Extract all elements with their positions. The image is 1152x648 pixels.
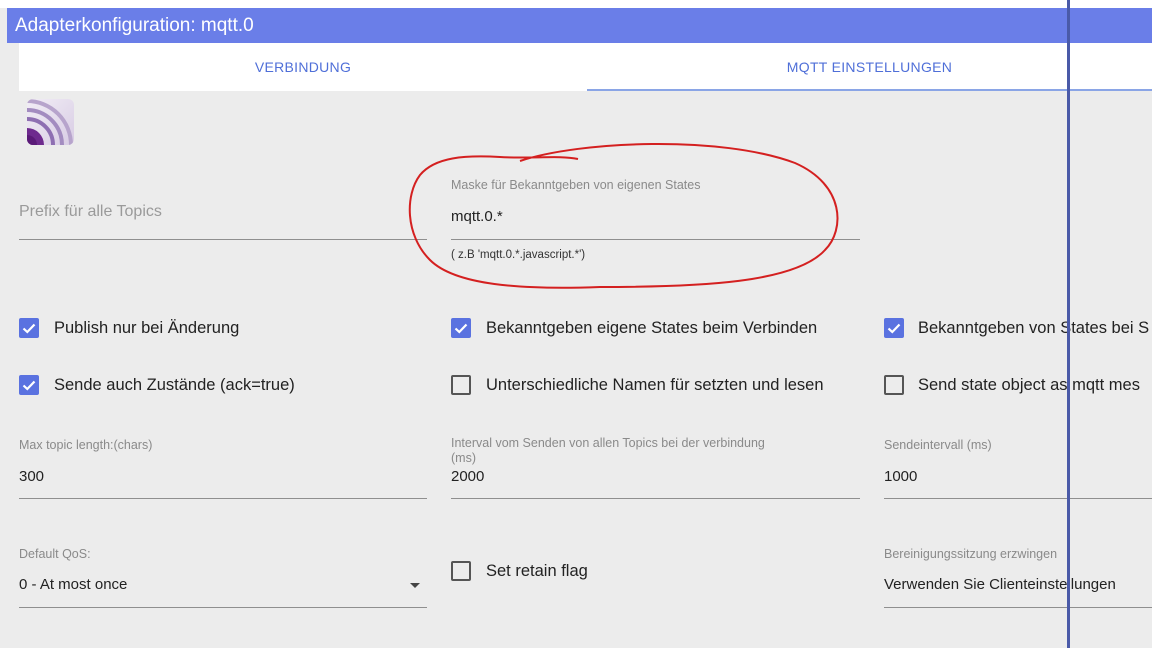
publish-on-change-label: Publish nur bei Änderung xyxy=(54,319,240,337)
publish-states-s-label: Bekanntgeben von States bei S xyxy=(918,319,1150,337)
clean-session-label: Bereinigungssitzung erzwingen xyxy=(884,547,1058,561)
publish-on-change-checkbox[interactable] xyxy=(19,318,39,338)
interval-value: 2000 xyxy=(451,468,485,485)
clean-session-select[interactable]: Bereinigungssitzung erzwingen Verwenden … xyxy=(884,545,1152,611)
default-qos-select[interactable]: Default QoS: 0 - At most once xyxy=(19,545,427,611)
retain-flag-label: Set retain flag xyxy=(486,562,588,580)
max-topic-length-underline xyxy=(19,498,427,499)
tab-verbindung[interactable]: VERBINDUNG xyxy=(19,43,587,91)
send-interval-label: Sendeintervall (ms) xyxy=(884,438,992,452)
different-names-checkbox[interactable] xyxy=(451,375,471,395)
prefix-underline xyxy=(19,239,427,240)
max-topic-length-value: 300 xyxy=(19,468,45,485)
send-ack-label: Sende auch Zustände (ack=true) xyxy=(54,376,295,394)
different-names-label: Unterschiedliche Namen für setzten und l… xyxy=(486,376,824,394)
interval-underline xyxy=(451,498,860,499)
interval-label-line2: (ms) xyxy=(451,451,476,465)
clean-session-value: Verwenden Sie Clienteinstellungen xyxy=(884,576,1116,593)
interval-field[interactable]: Interval vom Senden von allen Topics bei… xyxy=(451,434,860,502)
send-interval-field[interactable]: Sendeintervall (ms) 1000 xyxy=(884,436,1152,502)
prefix-field[interactable]: Prefix für alle Topics xyxy=(19,195,427,241)
window-title: Adapterkonfiguration: mqtt.0 xyxy=(7,8,1152,43)
send-state-object-label: Send state object as mqtt mes xyxy=(918,376,1140,394)
send-ack-checkbox[interactable] xyxy=(19,375,39,395)
publish-states-s-checkbox[interactable] xyxy=(884,318,904,338)
interval-label-line1: Interval vom Senden von allen Topics bei… xyxy=(451,436,765,450)
max-topic-length-field[interactable]: Max topic length:(chars) 300 xyxy=(19,436,427,502)
publish-own-states-label: Bekanntgeben eigene States beim Verbinde… xyxy=(486,319,818,337)
publish-own-states-checkbox[interactable] xyxy=(451,318,471,338)
send-interval-underline xyxy=(884,498,1152,499)
vertical-divider-line xyxy=(1067,0,1070,648)
clean-session-underline xyxy=(884,607,1152,608)
tab-bar: VERBINDUNG MQTT EINSTELLUNGEN xyxy=(19,43,1152,91)
mqtt-logo-icon xyxy=(27,99,74,145)
chevron-down-icon[interactable] xyxy=(410,583,420,588)
top-strip xyxy=(0,0,1152,8)
default-qos-value: 0 - At most once xyxy=(19,576,128,593)
max-topic-length-label: Max topic length:(chars) xyxy=(19,438,153,452)
send-interval-value: 1000 xyxy=(884,468,918,485)
send-state-object-checkbox[interactable] xyxy=(884,375,904,395)
retain-flag-checkbox[interactable] xyxy=(451,561,471,581)
default-qos-label: Default QoS: xyxy=(19,547,91,561)
prefix-placeholder: Prefix für alle Topics xyxy=(19,203,162,220)
default-qos-underline xyxy=(19,607,427,608)
red-annotation-circle xyxy=(408,142,839,289)
